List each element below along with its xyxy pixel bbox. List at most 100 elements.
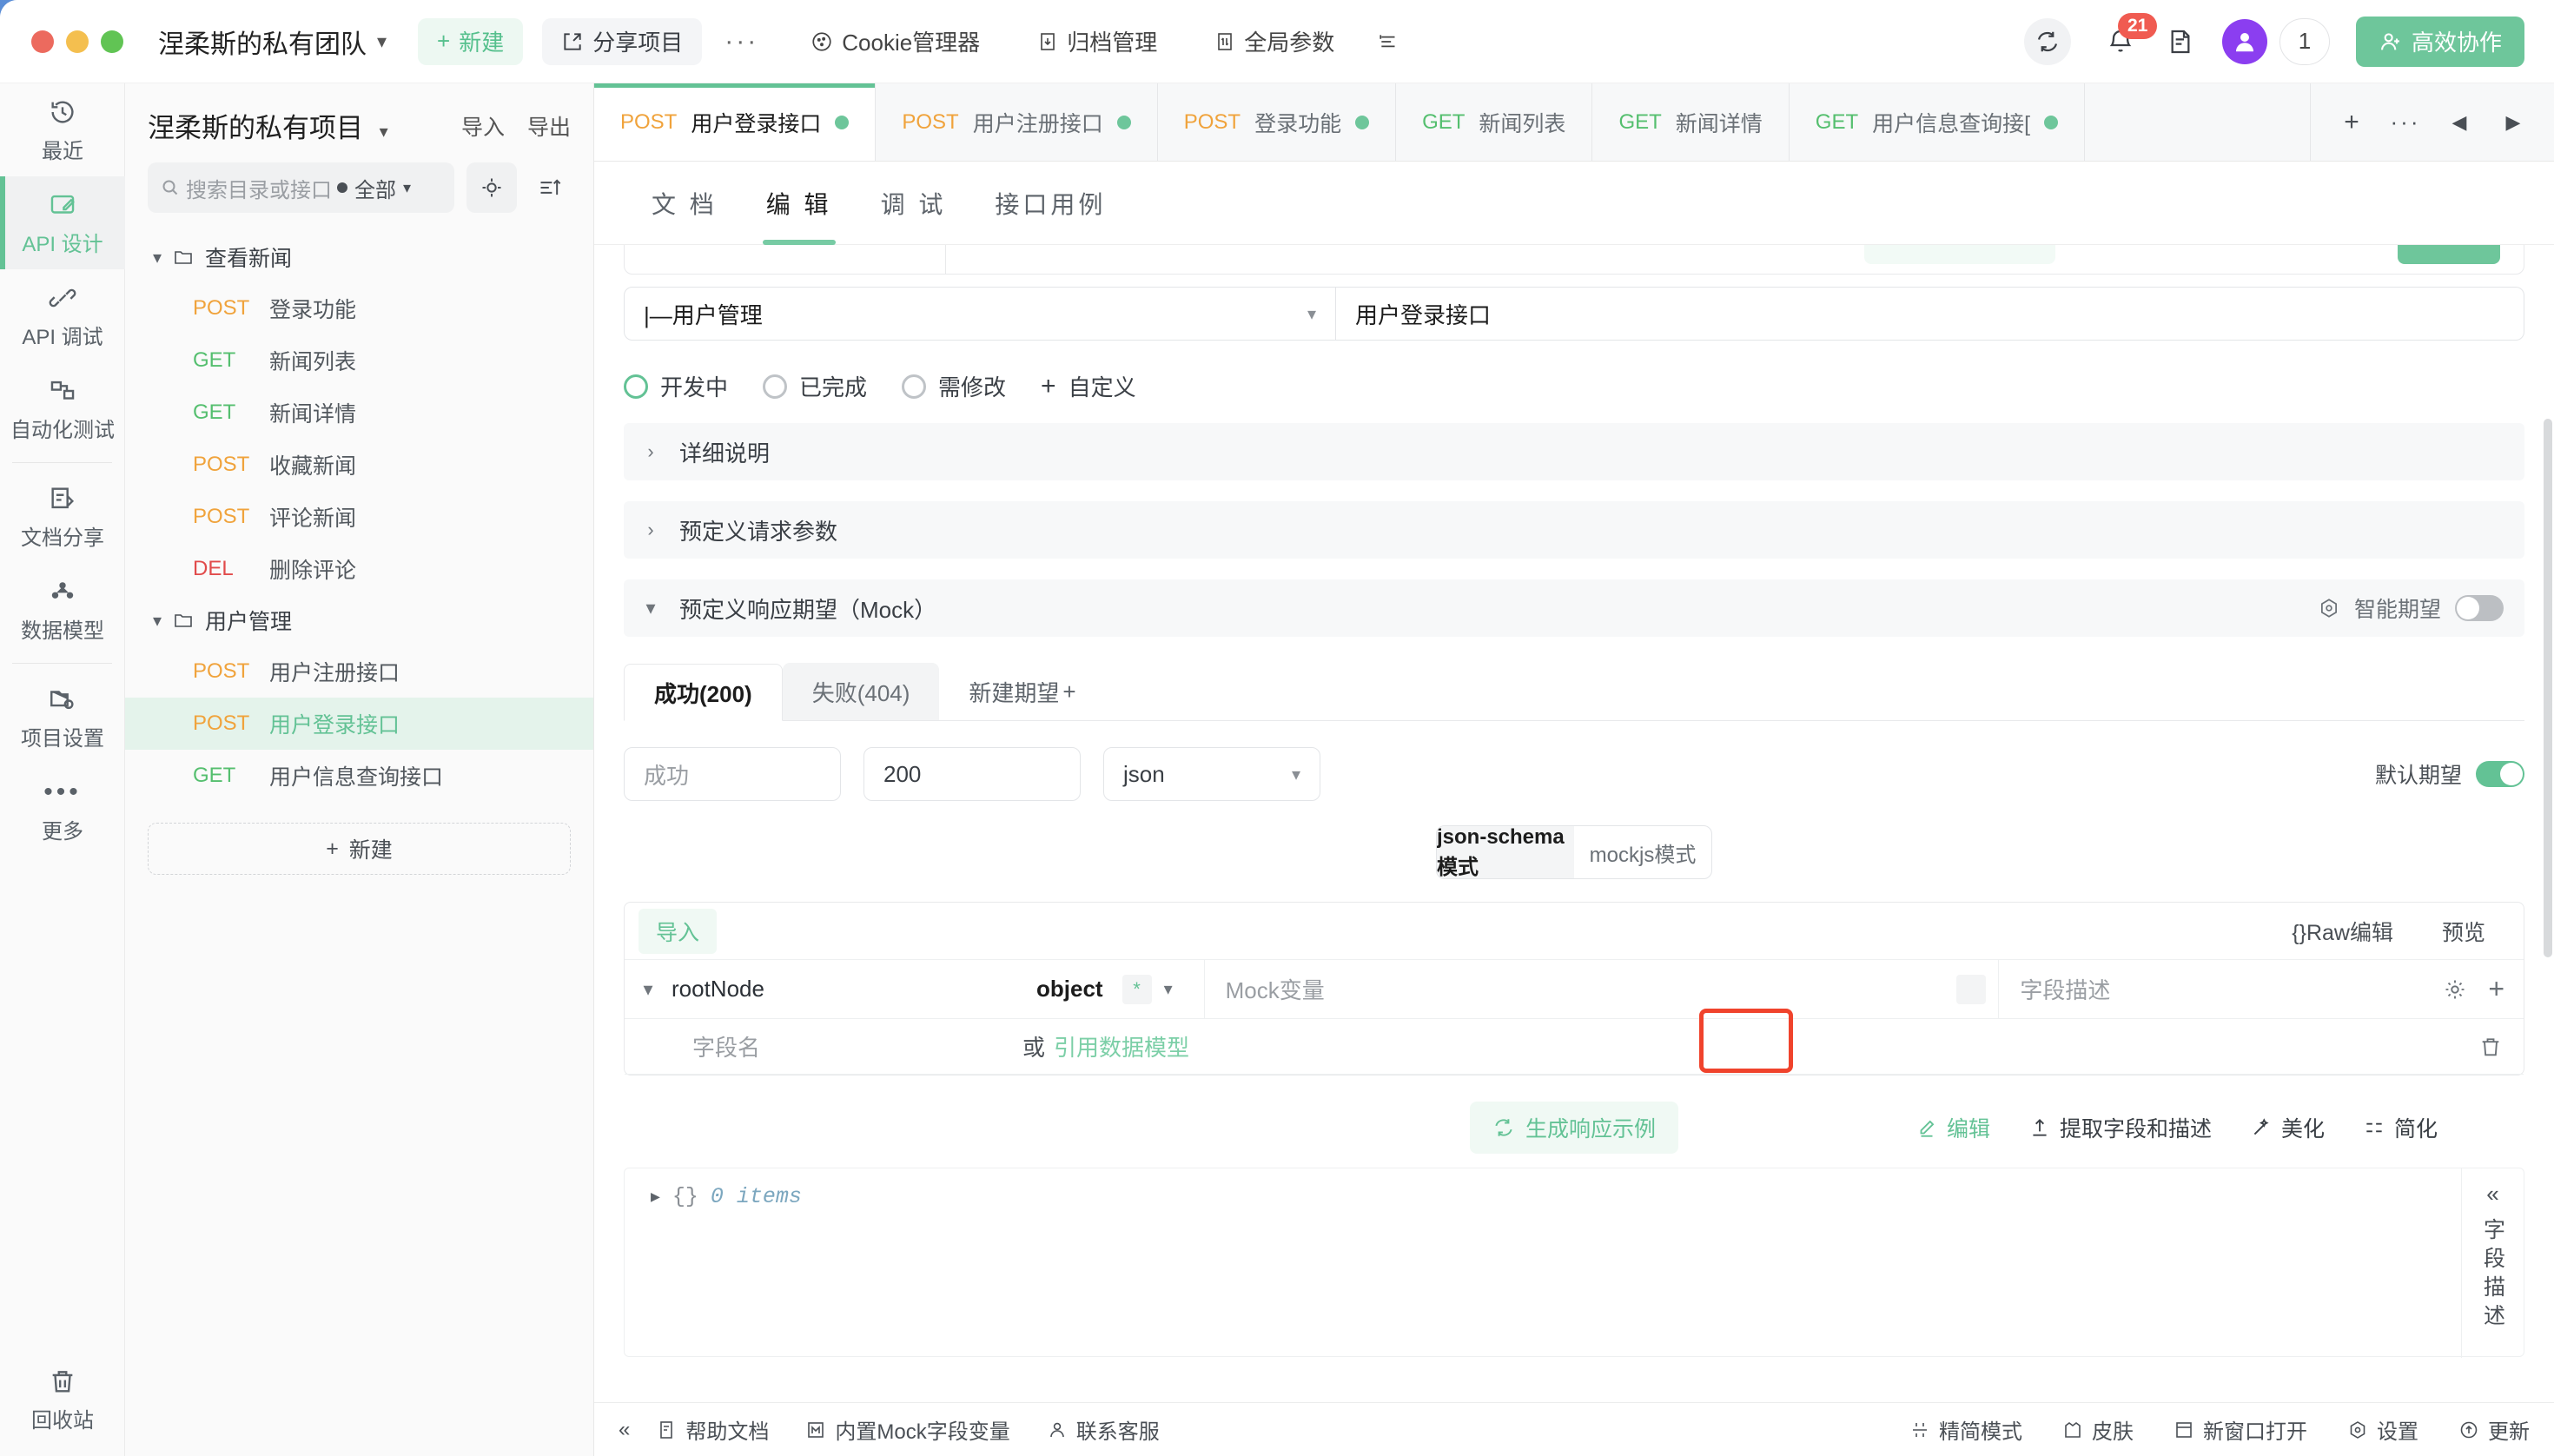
tab-user-info-query[interactable]: GET 用户信息查询接[ [1790,83,2086,161]
tree-folder-view-news[interactable]: ▾ 查看新闻 [125,232,593,282]
expect-tab-failure[interactable]: 失败(404) [782,663,940,720]
gear-icon[interactable] [2443,977,2467,1002]
search-scope-select[interactable]: 全部 ▾ [337,173,411,203]
locate-button[interactable] [466,162,517,213]
smart-expect-toggle[interactable] [2455,595,2504,621]
search-input[interactable]: 搜索目录或接口 全部 ▾ [148,162,454,213]
add-custom-status-button[interactable]: + 自定义 [1041,370,1136,402]
mock-required-icon[interactable] [1956,974,1987,1004]
cookie-manager-button[interactable]: Cookie管理器 [791,18,999,65]
smart-expect-control[interactable]: 智能期望 [2318,592,2524,624]
new-api-button[interactable]: + 新建 [148,823,571,875]
archive-manager-button[interactable]: 归档管理 [1018,18,1176,65]
preview-button[interactable]: 预览 [2442,916,2485,947]
settings-button[interactable]: 设置 [2347,1414,2418,1445]
tab-debug[interactable]: 调 试 [857,162,971,245]
export-button[interactable]: 导出 [527,110,571,142]
tree-item-news-detail[interactable]: GET 新闻详情 [125,387,593,439]
status-radio-developing[interactable]: 开发中 [624,370,728,402]
field-description-input[interactable]: 字段描述 [1998,959,2424,1019]
tree-item-comment-news[interactable]: POST 评论新闻 [125,491,593,543]
schema-import-button[interactable]: 导入 [638,908,718,954]
default-expectation-toggle[interactable] [2476,761,2524,787]
builtin-mock-vars-button[interactable]: 内置Mock字段变量 [805,1414,1010,1445]
tab-edit[interactable]: 编 辑 [742,162,857,245]
status-radio-completed[interactable]: 已完成 [763,370,867,402]
tab-prev-button[interactable]: ◀ [2432,83,2486,162]
open-new-window-button[interactable]: 新窗口打开 [2174,1414,2307,1445]
expect-tab-success[interactable]: 成功(200) [624,664,783,721]
notifications-button[interactable]: 21 [2101,12,2158,62]
team-switcher[interactable]: 涅柔斯的私有团队 ▾ [158,23,387,61]
tree-item-user-info-query[interactable]: GET 用户信息查询接口 [125,750,593,802]
expectation-name-input[interactable]: 成功 [624,747,841,801]
tree-item-user-login[interactable]: POST 用户登录接口 [125,698,593,750]
compact-mode-button[interactable]: 精简模式 [1909,1414,2022,1445]
mode-mockjs[interactable]: mockjs模式 [1574,826,1711,878]
chevron-right-icon[interactable]: ▶ [651,1188,660,1207]
chevron-down-icon[interactable]: ▾ [1164,978,1173,1000]
tab-more-button[interactable]: ··· [2379,83,2432,162]
generate-response-example-button[interactable]: 生成响应示例 [1469,1102,1679,1154]
tree-item-login-feature[interactable]: POST 登录功能 [125,282,593,334]
user-avatar[interactable] [2221,18,2267,64]
sidebar-item-recent[interactable]: 最近 [0,83,125,176]
update-button[interactable]: 更新 [2458,1414,2530,1445]
section-predefined-request-params[interactable]: › 预定义请求参数 [624,501,2524,559]
sidebar-item-project-settings[interactable]: 项目设置 [0,671,125,764]
collapse-panel-button[interactable]: « [2486,1181,2498,1208]
tab-user-register[interactable]: POST 用户注册接口 [876,83,1158,161]
vertical-scrollbar[interactable] [2544,419,2552,957]
tree-item-delete-comment[interactable]: DEL 删除评论 [125,543,593,595]
list-toggle-button[interactable] [1376,30,1402,53]
partial-green-pill[interactable] [1864,245,2055,264]
root-node-name[interactable]: rootNode [672,976,1036,1003]
mock-variable-input[interactable]: Mock变量 [1203,959,1999,1019]
contact-support-button[interactable]: 联系客服 [1047,1414,1160,1445]
new-expectation-button[interactable]: 新建期望 + [939,663,1105,720]
global-params-button[interactable]: 全局参数 [1195,18,1353,65]
tab-api-case[interactable]: 接口用例 [970,162,1130,245]
collaborate-button[interactable]: 高效协作 [2355,16,2524,67]
partial-save-button[interactable] [2398,245,2500,264]
raw-edit-button[interactable]: {}Raw编辑 [2292,916,2393,947]
response-format-select[interactable]: json ▾ [1103,747,1320,801]
sidebar-item-more[interactable]: ••• 更多 [0,764,125,857]
default-expectation-control[interactable]: 默认期望 [2375,758,2524,790]
sidebar-item-doc-share[interactable]: 文档分享 [0,470,125,563]
edit-button[interactable]: 编辑 [1916,1112,1990,1143]
section-detail-description[interactable]: › 详细说明 [624,423,2524,480]
help-doc-button[interactable]: 帮助文档 [656,1414,769,1445]
section-predefined-response-mock[interactable]: ▾ 预定义响应期望（Mock） 智能期望 [624,579,2524,637]
sidebar-item-automation-test[interactable]: 自动化测试 [0,362,125,455]
sidebar-item-api-design[interactable]: API 设计 [0,176,125,269]
tree-item-favorite-news[interactable]: POST 收藏新闻 [125,439,593,491]
close-window-button[interactable] [31,30,54,53]
extract-fields-button[interactable]: 提取字段和描述 [2028,1112,2212,1143]
window-controls[interactable] [31,30,123,53]
required-star-icon[interactable]: * [1122,974,1152,1004]
directory-select[interactable]: |—用户管理 ▾ [624,287,1336,341]
tab-news-detail[interactable]: GET 新闻详情 [1592,83,1790,161]
project-switcher[interactable]: 涅柔斯的私有项目 ▾ [148,106,388,145]
tab-news-list[interactable]: GET 新闻列表 [1396,83,1593,161]
minimize-window-button[interactable] [66,30,89,53]
member-count[interactable]: 1 [2279,17,2330,65]
sidebar-item-api-debug[interactable]: API 调试 [0,269,125,362]
tree-item-news-list[interactable]: GET 新闻列表 [125,334,593,387]
notes-button[interactable] [2167,27,2194,56]
tab-doc[interactable]: 文 档 [627,162,742,245]
partial-url-row[interactable] [624,245,2524,275]
new-button[interactable]: + 新建 [418,17,524,65]
mode-json-schema[interactable]: json-schema模式 [1437,826,1574,878]
beautify-button[interactable]: 美化 [2250,1112,2325,1143]
share-project-button[interactable]: 分享项目 [542,17,703,65]
tree-item-user-register[interactable]: POST 用户注册接口 [125,645,593,698]
json-editor[interactable]: ▶ {} 0 items « 字段描述 [624,1168,2524,1358]
tab-login-feature[interactable]: POST 登录功能 [1158,83,1397,161]
tree-folder-user-management[interactable]: ▾ 用户管理 [125,595,593,645]
status-code-input[interactable]: 200 [863,747,1081,801]
delete-row-button[interactable] [2478,1035,2524,1059]
status-radio-needs-change[interactable]: 需修改 [902,370,1006,402]
skin-button[interactable]: 皮肤 [2062,1414,2134,1445]
